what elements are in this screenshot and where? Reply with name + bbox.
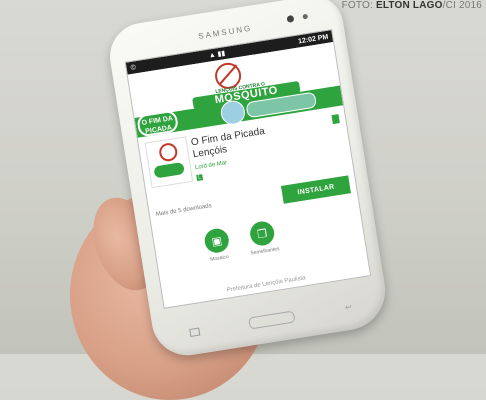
circle-mosaic[interactable]: ▣ — [203, 226, 231, 255]
recent-apps-key[interactable] — [189, 327, 201, 337]
app-icon-badge — [153, 161, 185, 179]
home-button[interactable] — [248, 310, 296, 330]
content-rating-badge: L — [196, 174, 204, 182]
similar-icon: ❐ — [256, 227, 269, 241]
circle-similar-label: Semelhantes — [250, 246, 280, 257]
banner-badge: O FIM DA PICADA — [136, 109, 180, 138]
credit-author: ELTON LAGO — [375, 0, 443, 11]
mosquito-mini-icon — [157, 141, 179, 163]
circle-similar[interactable]: ❐ — [248, 219, 276, 248]
phone-screen: © ▲ ▮▮ 12:02 PM LENÇÓIS CONTRA O MOSQUIT… — [124, 29, 372, 309]
app-icon — [144, 136, 194, 189]
circle-mosaic-label: Mosaico — [209, 254, 230, 263]
mosaic-icon: ▣ — [210, 234, 223, 248]
back-key-icon[interactable]: ↩ — [344, 302, 352, 312]
feature-circles: ▣ Mosaico ❐ Semelhantes — [193, 214, 318, 272]
screen-footer: Prefeitura de Lençóis Paulista — [226, 275, 307, 294]
status-icons: ▲ ▮▮ — [208, 50, 226, 60]
install-button[interactable]: INSTALAR — [280, 175, 351, 204]
credit-prefix: FOTO: — [341, 0, 376, 11]
photo-credit: FOTO: ELTON LAGO/CI 2016 — [342, 0, 482, 11]
wishlist-icon[interactable] — [331, 114, 340, 125]
app-developer[interactable]: Lord de Mar — [195, 160, 228, 171]
downloads-text: Mais de 5 downloads — [155, 203, 213, 218]
app-name: O Fim da Picada Lençóis — [190, 126, 267, 161]
status-left: © — [130, 63, 137, 72]
credit-suffix: /CI 2016 — [442, 0, 482, 11]
